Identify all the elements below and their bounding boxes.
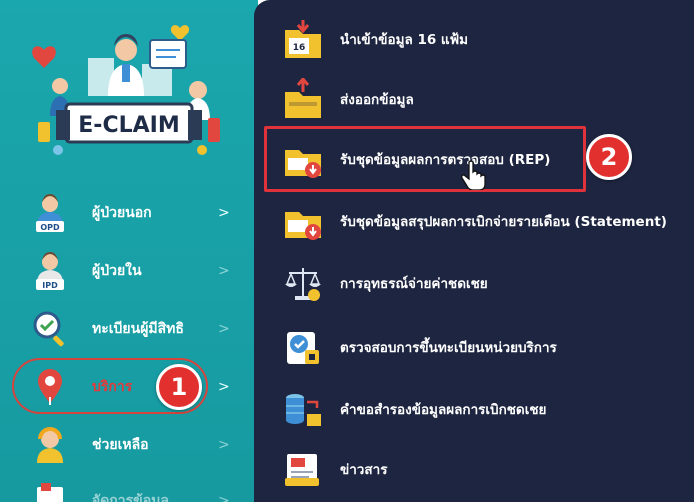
sidebar-item-help[interactable]: ช่วยเหลือ > (30, 420, 248, 470)
support-agent-icon (30, 423, 70, 467)
e-claim-logo: E-CLAIM (30, 10, 228, 158)
scale-balance-icon (280, 260, 326, 306)
export-folder-icon (280, 76, 326, 122)
chevron-right-icon: > (218, 379, 230, 395)
unit-registration-check-icon (280, 324, 326, 370)
step-2-badge: 2 (586, 134, 632, 180)
chevron-right-icon: > (218, 493, 230, 502)
sidebar-item-opd[interactable]: OPD ผู้ป่วยนอก > (30, 188, 248, 238)
sidebar-item-label: ผู้ป่วยใน (92, 263, 142, 279)
ipd-patient-icon: IPD (30, 249, 70, 293)
menu-item-label: การอุทธรณ์จ่ายค่าชดเชย (340, 276, 488, 292)
logo-text: E-CLAIM (78, 113, 179, 138)
sidebar-item-label: บริการ (92, 379, 133, 395)
chevron-right-icon: > (218, 437, 230, 453)
sidebar: E-CLAIM OPD ผู้ป่วยนอก > IPD ผู้ป่วยใน >… (0, 0, 258, 502)
database-backup-icon (280, 386, 326, 432)
menu-item-import-16-files[interactable]: 16 นำเข้าข้อมูล 16 แฟ้ม (280, 12, 690, 66)
registry-search-icon (30, 307, 70, 351)
menu-item-unit-registration[interactable]: ตรวจสอบการขึ้นทะเบียนหน่วยบริการ (280, 320, 690, 374)
sidebar-item-registry[interactable]: ทะเบียนผู้มีสิทธิ > (30, 304, 248, 354)
sidebar-item-services[interactable]: บริการ > (30, 362, 248, 412)
step-1-badge: 1 (156, 364, 202, 410)
import-folder-icon: 16 (280, 16, 326, 62)
statement-folder-icon (280, 198, 326, 244)
chevron-right-icon: > (218, 205, 230, 221)
menu-item-label: ส่งออกข้อมูล (340, 92, 414, 108)
chevron-right-icon: > (218, 263, 230, 279)
menu-item-label: ตรวจสอบการขึ้นทะเบียนหน่วยบริการ (340, 340, 557, 356)
menu-item-label: คำขอสำรองข้อมูลผลการเบิกชดเชย (340, 402, 547, 418)
svg-text:16: 16 (293, 43, 306, 53)
menu-item-appeal[interactable]: การอุทธรณ์จ่ายค่าชดเชย (280, 256, 690, 310)
hand-pointer-cursor-icon (461, 160, 487, 191)
sidebar-item-label: ช่วยเหลือ (92, 437, 149, 453)
news-icon (280, 446, 326, 492)
sidebar-item-data-management[interactable]: จัดการข้อมูล > (30, 476, 248, 502)
menu-item-label: นำเข้าข้อมูล 16 แฟ้ม (340, 32, 469, 48)
svg-text:IPD: IPD (42, 281, 58, 290)
sidebar-item-label: จัดการข้อมูล (92, 493, 169, 502)
menu-item-label: ข่าวสาร (340, 462, 388, 478)
opd-patient-icon: OPD (30, 191, 70, 235)
menu-item-label: รับชุดข้อมูลสรุปผลการเบิกจ่ายรายเดือน (S… (340, 214, 667, 230)
menu-item-news[interactable]: ข่าวสาร (280, 442, 690, 496)
menu-item-export-data[interactable]: ส่งออกข้อมูล (280, 72, 690, 126)
menu-item-backup-request[interactable]: คำขอสำรองข้อมูลผลการเบิกชดเชย (280, 382, 690, 436)
data-management-icon (30, 479, 70, 502)
chevron-right-icon: > (218, 321, 230, 337)
sidebar-item-label: ผู้ป่วยนอก (92, 205, 152, 221)
sidebar-item-ipd[interactable]: IPD ผู้ป่วยใน > (30, 246, 248, 296)
services-submenu: 16 นำเข้าข้อมูล 16 แฟ้ม ส่งออกข้อมูล รับ… (254, 0, 694, 502)
rep-highlight-box (264, 126, 586, 192)
menu-item-statement[interactable]: รับชุดข้อมูลสรุปผลการเบิกจ่ายรายเดือน (S… (280, 194, 690, 248)
svg-text:OPD: OPD (40, 223, 60, 232)
location-pin-icon (30, 365, 70, 409)
sidebar-item-label: ทะเบียนผู้มีสิทธิ (92, 321, 184, 337)
